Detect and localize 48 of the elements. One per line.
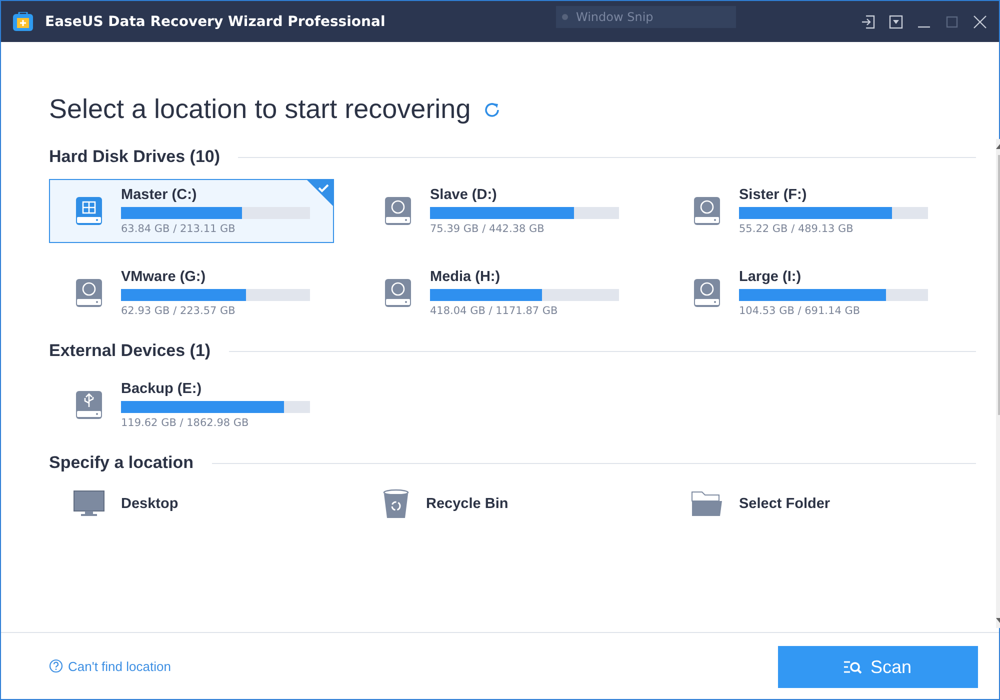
- drive-usage: 75.39 GB / 442.38 GB: [430, 223, 544, 235]
- drive-card[interactable]: Large (I:) 104.53 GB / 691.14 GB: [667, 261, 952, 325]
- drive-name: Sister (F:): [739, 187, 807, 203]
- window-title: EaseUS Data Recovery Wizard Professional: [45, 14, 386, 30]
- hard-drive-icon: [384, 196, 412, 226]
- refresh-icon[interactable]: [482, 100, 501, 118]
- page-heading: Select a location to start recovering: [49, 94, 471, 125]
- section-heading: Specify a location: [49, 453, 194, 473]
- dropdown-menu-icon[interactable]: [889, 14, 903, 28]
- drive-name: Media (H:): [430, 269, 500, 285]
- monitor-icon: [73, 490, 105, 518]
- drive-name: Backup (E:): [121, 381, 202, 397]
- selected-check-icon: [307, 180, 333, 206]
- help-icon: [49, 659, 63, 673]
- usb-drive-icon: [75, 390, 103, 420]
- drive-name: VMware (G:): [121, 269, 206, 285]
- drive-card[interactable]: Backup (E:) 119.62 GB / 1862.98 GB: [49, 373, 334, 437]
- sign-in-icon[interactable]: [861, 14, 875, 28]
- app-logo-icon: [13, 12, 33, 32]
- drive-card[interactable]: Master (C:) 63.84 GB / 213.11 GB: [49, 179, 334, 243]
- drive-usage: 119.62 GB / 1862.98 GB: [121, 417, 249, 429]
- windows-drive-icon: [75, 196, 103, 226]
- section-heading: External Devices (1): [49, 341, 211, 361]
- drive-card[interactable]: Slave (D:) 75.39 GB / 442.38 GB: [358, 179, 643, 243]
- drive-name: Master (C:): [121, 187, 197, 203]
- hard-drive-icon: [693, 196, 721, 226]
- location-item[interactable]: Recycle Bin: [358, 487, 508, 521]
- recycle-bin-icon: [382, 489, 410, 519]
- drive-card[interactable]: Sister (F:) 55.22 GB / 489.13 GB: [667, 179, 952, 243]
- drive-name: Slave (D:): [430, 187, 497, 203]
- folder-icon: [691, 491, 723, 517]
- drive-card[interactable]: Media (H:) 418.04 GB / 1171.87 GB: [358, 261, 643, 325]
- hard-drive-icon: [75, 278, 103, 308]
- location-item[interactable]: Select Folder: [667, 487, 830, 521]
- drive-usage: 62.93 GB / 223.57 GB: [121, 305, 236, 317]
- drive-usage: 418.04 GB / 1171.87 GB: [430, 305, 558, 317]
- section-heading: Hard Disk Drives (10): [49, 147, 220, 167]
- drive-card[interactable]: VMware (G:) 62.93 GB / 223.57 GB: [49, 261, 334, 325]
- drive-name: Large (I:): [739, 269, 802, 285]
- hard-drive-icon: [384, 278, 412, 308]
- drive-usage: 104.53 GB / 691.14 GB: [739, 305, 860, 317]
- close-icon[interactable]: [973, 14, 987, 28]
- window-snip-overlay: Window Snip: [556, 6, 736, 28]
- scan-icon: [844, 659, 862, 675]
- drive-usage: 55.22 GB / 489.13 GB: [739, 223, 854, 235]
- location-item[interactable]: Desktop: [49, 487, 178, 521]
- drive-usage: 63.84 GB / 213.11 GB: [121, 223, 236, 235]
- hard-drive-icon: [693, 278, 721, 308]
